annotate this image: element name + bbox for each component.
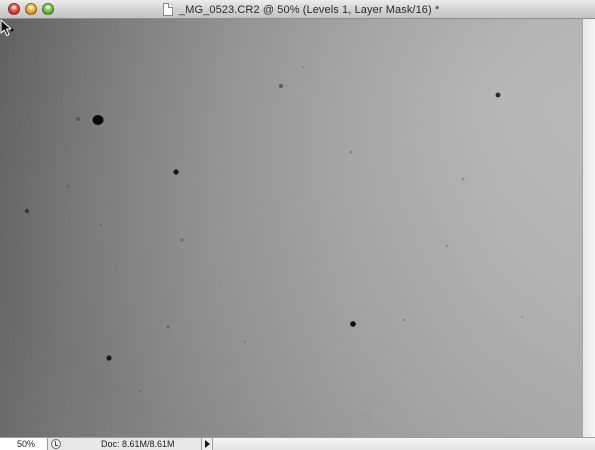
window-title: _MG_0523.CR2 @ 50% (Levels 1, Layer Mask… [179, 3, 440, 16]
zoom-button-icon[interactable] [42, 3, 54, 15]
minimize-button-icon[interactable] [25, 3, 37, 15]
horizontal-scrollbar[interactable] [214, 438, 595, 450]
photoshop-document-window: _MG_0523.CR2 @ 50% (Levels 1, Layer Mask… [0, 0, 595, 450]
document-size-info: Doc: 8.61M/8.61M [101, 439, 175, 449]
image-canvas[interactable] [0, 19, 582, 437]
window-title-group: _MG_0523.CR2 @ 50% (Levels 1, Layer Mask… [163, 1, 439, 18]
document-icon[interactable] [163, 3, 173, 16]
right-triangle-icon[interactable] [201, 438, 213, 450]
zoom-level-field[interactable]: 50% [0, 438, 48, 450]
canvas-image [0, 19, 582, 437]
title-bar[interactable]: _MG_0523.CR2 @ 50% (Levels 1, Layer Mask… [0, 0, 595, 19]
status-bar: 50% Doc: 8.61M/8.61M [0, 437, 595, 450]
vertical-scrollbar[interactable] [582, 19, 595, 437]
arrow-cursor-icon [0, 19, 14, 36]
status-indicator-icon[interactable] [51, 439, 61, 449]
close-button-icon[interactable] [8, 3, 20, 15]
